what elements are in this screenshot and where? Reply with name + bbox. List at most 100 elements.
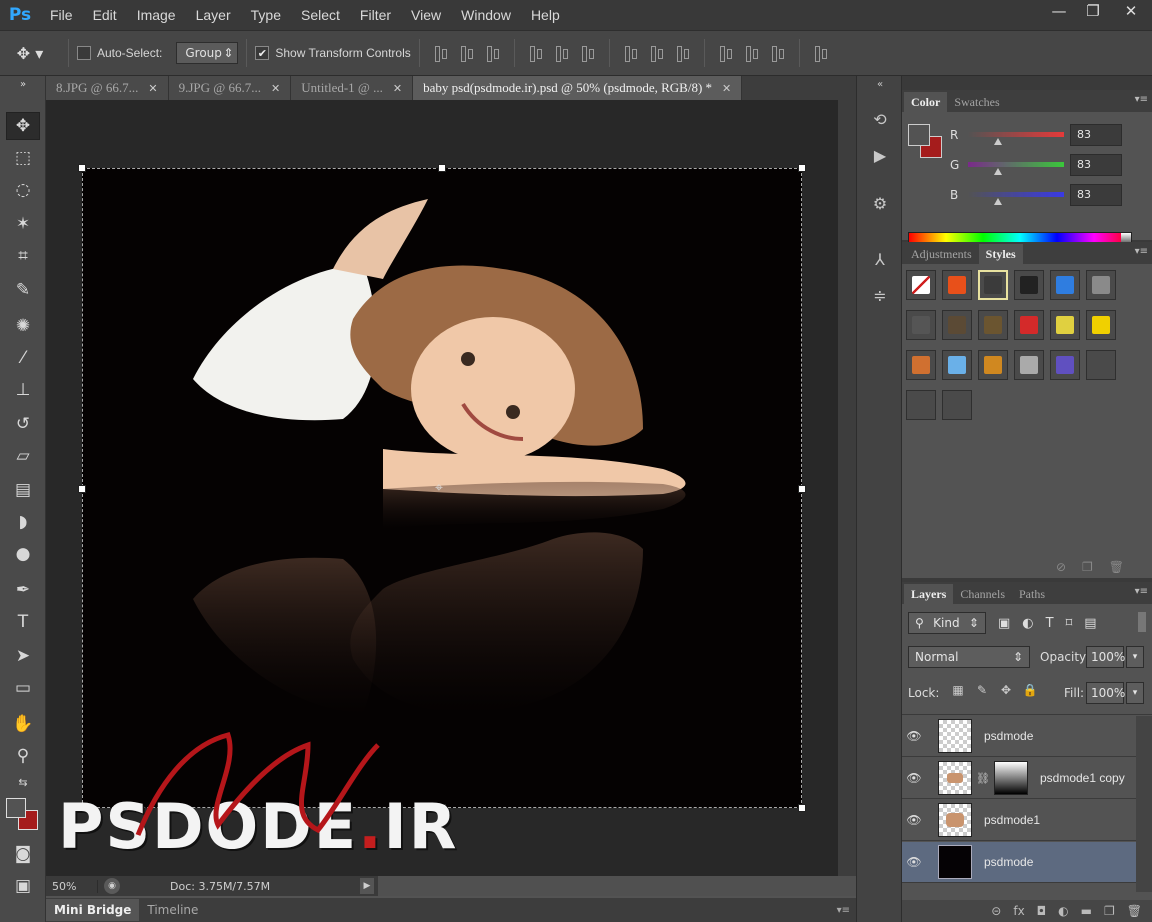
green-track[interactable] [968,162,1064,167]
delete-style-icon[interactable]: 🗑 [1109,560,1124,574]
style-preset-cell[interactable] [906,270,936,300]
panel-menu-icon[interactable]: ▾≡ [1135,586,1148,597]
rectangle-tool-icon[interactable]: ▭ [6,674,40,702]
style-preset-cell[interactable] [906,390,936,420]
lock-position-icon[interactable]: ✥ [998,682,1014,698]
tab-adjustments[interactable]: Adjustments [904,244,979,264]
new-adjustment-layer-icon[interactable]: ◐ [1058,904,1068,918]
visibility-eye-icon[interactable]: 👁 [902,729,926,743]
eraser-tool-icon[interactable]: ▱ [6,442,40,470]
mask-link-icon[interactable]: ⛓ [976,772,990,785]
tab-8-jpg[interactable]: 8.JPG @ 66.7... ✕ [46,76,169,100]
blue-slider[interactable]: B 83 [950,184,1140,212]
distribute-vcenter-icon[interactable] [647,43,667,63]
style-preset-cell[interactable] [978,350,1008,380]
zoom-tool-icon[interactable]: ⚲ [6,742,40,770]
pen-tool-icon[interactable]: ✒ [6,576,40,604]
distribute-left-icon[interactable] [716,43,736,63]
zoom-level[interactable]: 50% [46,879,98,893]
align-left-icon[interactable] [526,43,546,63]
clear-style-icon[interactable]: ⊘ [1056,560,1066,574]
tab-close-icon[interactable]: ✕ [722,82,731,95]
actions-panel-icon[interactable]: ▶ [865,142,895,168]
crop-tool-icon[interactable]: ⌗ [6,242,40,270]
status-menu-arrow-icon[interactable]: ▶ [360,878,374,894]
style-preset-cell[interactable] [942,270,972,300]
tab-timeline[interactable]: Timeline [139,899,206,921]
foreground-color-swatch[interactable] [6,798,26,818]
menu-view[interactable]: View [401,0,451,30]
delete-layer-trash-icon[interactable]: 🗑 [1127,904,1142,918]
brush-presets-panel-icon[interactable]: ⅄ [865,246,895,272]
transform-handle-top-left[interactable] [78,164,86,172]
lock-transparent-pixels-icon[interactable]: ▦ [950,682,966,698]
horizontal-scrollbar[interactable] [378,876,856,896]
lock-image-pixels-icon[interactable]: ✎ [974,682,990,698]
style-preset-cell[interactable] [906,350,936,380]
style-preset-cell[interactable] [1086,310,1116,340]
tab-channels[interactable]: Channels [953,584,1012,604]
transform-handle-top-center[interactable] [438,164,446,172]
collapse-tools-icon[interactable]: » [6,78,40,90]
blue-value-field[interactable]: 83 [1070,184,1122,206]
eyedropper-tool-icon[interactable]: ✎ [6,276,40,304]
show-transform-checkbox[interactable]: ✔ [255,46,270,60]
auto-align-layers-icon[interactable] [811,43,831,63]
tab-9-jpg[interactable]: 9.JPG @ 66.7... ✕ [168,76,292,100]
new-style-icon[interactable]: ❐ [1082,560,1093,574]
transform-handle-top-right[interactable] [798,164,806,172]
document-canvas[interactable]: ⌖ [78,164,806,812]
lasso-tool-icon[interactable]: ◌ [6,176,40,204]
filter-pixel-icon[interactable]: ▣ [998,616,1010,631]
transform-handle-middle-left[interactable] [78,485,86,493]
new-layer-icon[interactable]: ❐ [1104,904,1115,918]
minimize-button[interactable]: — [1042,0,1076,22]
visibility-eye-icon[interactable]: 👁 [902,771,926,785]
hand-tool-icon[interactable]: ✋ [6,710,40,738]
style-preset-cell[interactable] [942,350,972,380]
layer-filter-kind-dropdown[interactable]: ⚲ Kind ⇕ [908,612,986,634]
blend-mode-dropdown[interactable]: Normal ⇕ [908,646,1030,668]
tab-layers[interactable]: Layers [904,584,954,604]
transform-handle-middle-right[interactable] [798,485,806,493]
style-preset-cell[interactable] [1014,310,1044,340]
menu-help[interactable]: Help [521,0,570,30]
red-slider[interactable]: R 83 [950,124,1140,152]
fill-dropdown-arrow-icon[interactable]: ▾ [1126,682,1144,704]
layer-row[interactable]: 👁 ⛓ psdmode1 copy [902,758,1136,799]
distribute-right-icon[interactable] [768,43,788,63]
filter-shape-icon[interactable]: ⌑ [1066,616,1073,631]
tab-swatches[interactable]: Swatches [947,92,1006,112]
layer-row[interactable]: 👁 psdmode1 [902,800,1136,841]
collapse-dock-icon[interactable]: « [865,78,895,90]
align-bottom-icon[interactable] [483,43,503,63]
opacity-dropdown-arrow-icon[interactable]: ▾ [1126,646,1144,668]
link-layers-icon[interactable]: ⊝ [991,904,1001,918]
panel-menu-icon[interactable]: ▾≡ [1135,246,1148,257]
red-thumb[interactable] [994,138,1002,145]
align-vcenter-icon[interactable] [457,43,477,63]
red-value-field[interactable]: 83 [1070,124,1122,146]
menu-layer[interactable]: Layer [186,0,241,30]
canvas-area[interactable]: ⌖ PSDODE.IR [46,100,838,876]
style-preset-cell[interactable] [942,310,972,340]
lock-all-icon[interactable]: 🔒 [1022,682,1038,698]
properties-panel-icon[interactable]: ⚙ [865,190,895,216]
red-track[interactable] [968,132,1064,137]
history-brush-tool-icon[interactable]: ↺ [6,410,40,438]
screen-mode-icon[interactable]: ▣ [6,872,40,900]
align-top-icon[interactable] [431,43,451,63]
fill-field[interactable]: 100% [1086,682,1125,704]
clone-stamp-tool-icon[interactable]: ⊥ [6,376,40,404]
blue-thumb[interactable] [994,198,1002,205]
style-preset-cell[interactable] [1050,270,1080,300]
move-tool-preset-icon[interactable]: ✥ ▾ [0,44,60,63]
green-thumb[interactable] [994,168,1002,175]
menu-edit[interactable]: Edit [83,0,127,30]
status-info-icon[interactable]: ◉ [104,878,120,894]
layer-name[interactable]: psdmode1 [984,813,1040,827]
style-preset-cell[interactable] [1086,350,1116,380]
menu-filter[interactable]: Filter [350,0,401,30]
visibility-eye-icon[interactable]: 👁 [902,855,926,869]
filter-toggle-switch[interactable] [1138,612,1146,632]
